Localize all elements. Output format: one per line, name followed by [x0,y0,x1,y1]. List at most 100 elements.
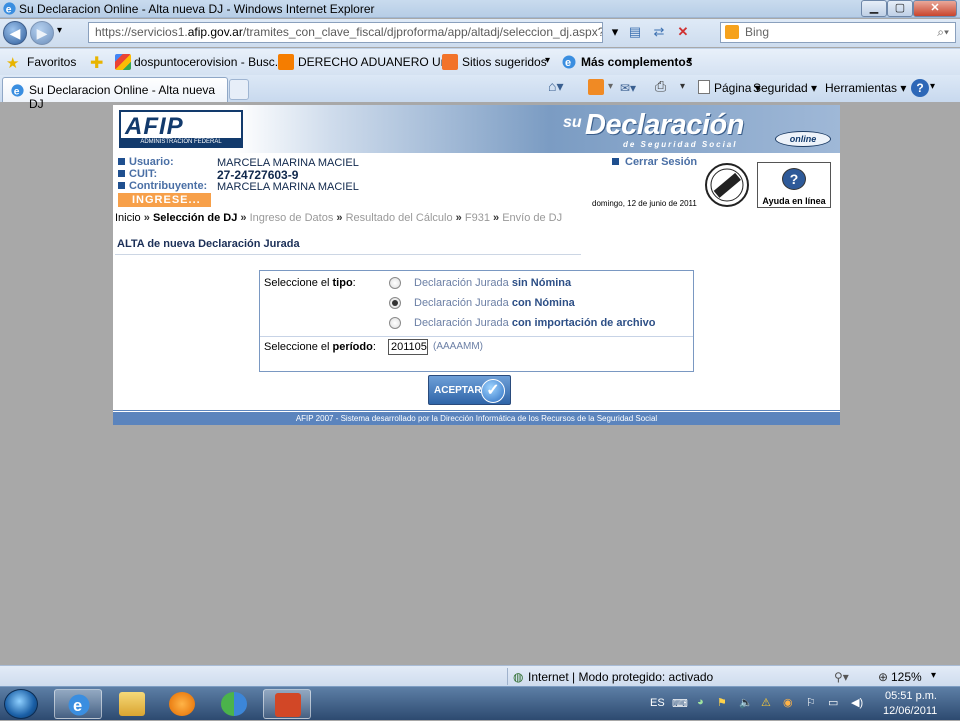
page-banner: AFIP ADMINISTRACION FEDERAL su Declaraci… [113,105,840,153]
tray-user-icon[interactable]: ⚑ [717,696,727,709]
volume-icon[interactable]: 🔈 [739,696,753,709]
brand-title: Declaración [585,109,744,141]
option-sin-nomina-label[interactable]: Declaración Jurada sin Nómina [414,277,571,289]
cuit-label-text: CUIT: [129,168,158,180]
favorites-bar: ★ Favoritos ✚ dospuntocerovision - Busc.… [0,48,960,75]
print-icon[interactable]: ⎙ [655,78,666,95]
stop-icon[interactable]: ✕ [672,22,694,43]
minimize-button[interactable]: ▁ [861,0,887,17]
ie-logo-icon: e [3,2,16,15]
media-player-icon [169,692,195,716]
cuit-value: 27-24727603-9 [217,168,299,182]
new-tab-button[interactable] [229,79,249,100]
address-toolbar: ◀ ▶ ▾ https://servicios1.afip.gov.ar/tra… [0,19,960,47]
option-importacion-label[interactable]: Declaración Jurada con importación de ar… [414,317,655,329]
back-button[interactable]: ◀ [3,21,27,45]
fav-link-sitios-sugeridos[interactable]: Sitios sugeridos [462,55,547,69]
su-declaracion-brand: su Declaración de Seguridad Social onlin… [563,109,833,149]
option-con-nomina-label[interactable]: Declaración Jurada con Nómina [414,297,575,309]
start-button[interactable] [4,689,38,719]
speaker-icon[interactable]: ◀) [851,696,863,709]
chevron-down-icon[interactable]: ▾ [930,81,935,92]
history-dropdown-icon[interactable]: ▾ [57,25,62,36]
option-label-pre: Declaración Jurada [414,277,512,289]
protected-mode-icon[interactable]: ⚲▾ [834,670,849,684]
zoom-level[interactable]: 125% [891,670,922,684]
breadcrumb: Inicio » Selección de DJ » Ingreso de Da… [115,212,562,224]
ie-addons-icon: e [562,55,576,69]
periodo-label-pre: Seleccione el [264,341,333,353]
clock-time[interactable]: 05:51 p.m. [885,690,937,702]
footer-divider [113,410,840,411]
close-button[interactable]: ✕ [913,0,957,17]
cerrar-sesion-link[interactable]: Cerrar Sesión [612,156,697,168]
blogger-icon [278,54,294,70]
address-dropdown-icon[interactable]: ▾ [604,22,626,43]
brand-subtitle: de Seguridad Social [623,140,738,149]
menu-seguridad[interactable]: Seguridad ▾ [753,81,817,95]
taskbar-powerpoint[interactable] [263,689,311,719]
periodo-label-post: : [372,341,376,353]
search-icon[interactable]: ⌕▾ [937,23,949,42]
radio-importacion-archivo[interactable] [389,317,401,329]
tray-warning-icon[interactable]: ⚠ [761,696,771,709]
refresh-icon[interactable]: ⇄ [648,22,670,43]
add-favorite-icon[interactable]: ✚ [90,53,103,73]
help-icon[interactable]: ? [911,79,929,97]
tray-app2-icon[interactable]: ◉ [783,696,793,709]
taskbar-ie[interactable]: e [54,689,102,719]
bullet-icon [612,158,619,165]
taskbar-messenger[interactable] [210,689,258,719]
fav-link-derecho-aduanero[interactable]: DERECHO ADUANERO Un... [298,55,457,69]
option-label-bold: con Nómina [511,297,575,309]
menu-herramientas[interactable]: Herramientas ▾ [825,81,906,95]
rss-feed-icon[interactable] [588,79,604,95]
fav-link-mas-complementos[interactable]: Más complementos [581,55,692,69]
forward-button[interactable]: ▶ [30,21,54,45]
breadcrumb-inicio[interactable]: Inicio [115,212,141,224]
mail-icon[interactable]: ✉▾ [620,81,636,95]
taskbar-explorer[interactable] [108,689,156,719]
action-center-icon[interactable]: ⚐ [806,696,816,709]
fav-link-dospuntocero[interactable]: dospuntocerovision - Busc... [134,55,285,69]
keyboard-icon[interactable]: ⌨ [672,697,688,710]
ie-icon: e [68,694,90,716]
tab-su-declaracion[interactable]: e Su Declaracion Online - Alta nueva DJ [2,77,228,111]
aceptar-button[interactable]: ACEPTAR ✓ [428,375,511,405]
periodo-input[interactable]: 201105 [388,339,428,355]
breadcrumb-separator: » [240,212,247,224]
page-title: ALTA de nueva Declaración Jurada [117,238,300,250]
menu-pagina-label: Página [714,81,752,95]
usuario-label: Usuario: [118,156,174,168]
compatibility-view-icon[interactable]: ▤ [624,22,646,43]
bullet-icon [118,170,125,177]
language-indicator[interactable]: ES [650,697,665,709]
zoom-dropdown-icon[interactable]: ▾ [931,670,936,681]
chevron-down-icon: ▾ [687,55,693,66]
security-zone[interactable]: Internet | Modo protegido: activado [528,670,713,684]
status-divider [507,668,508,685]
chevron-down-icon[interactable]: ▾ [680,81,685,92]
maximize-button[interactable]: ▢ [887,0,913,17]
search-placeholder: Bing [745,25,770,39]
radio-sin-nomina[interactable] [389,277,401,289]
radio-con-nomina[interactable] [389,297,401,309]
afip-logo-text: AFIP [125,113,184,140]
tray-app-icon[interactable]: ◕ [697,696,704,708]
network-icon[interactable]: ▭ [828,696,838,709]
contribuyente-value: MARCELA MARINA MACIEL [217,181,359,193]
address-path: /tramites_con_clave_fiscal/djproforma/ap… [242,25,603,39]
window-title-bar: e Su Declaracion Online - Alta nueva DJ … [0,0,960,18]
address-bar[interactable]: https://servicios1.afip.gov.ar/tramites_… [88,22,603,43]
menu-herramientas-label: Herramientas [825,81,898,95]
clock-date[interactable]: 12/06/2011 [883,705,937,717]
afip-seal-icon[interactable] [703,161,755,209]
ayuda-en-linea-button[interactable]: ? Ayuda en línea [757,162,831,208]
afip-logo: AFIP ADMINISTRACION FEDERAL [119,110,243,148]
search-input[interactable]: Bing ⌕▾ [720,22,956,43]
taskbar-media-player[interactable] [158,689,206,719]
home-icon[interactable]: ⌂▾ [548,78,563,95]
favorites-button[interactable]: Favoritos [27,55,76,69]
chevron-down-icon[interactable]: ▾ [608,81,613,92]
ingrese-button[interactable]: INGRESE... [118,193,211,207]
